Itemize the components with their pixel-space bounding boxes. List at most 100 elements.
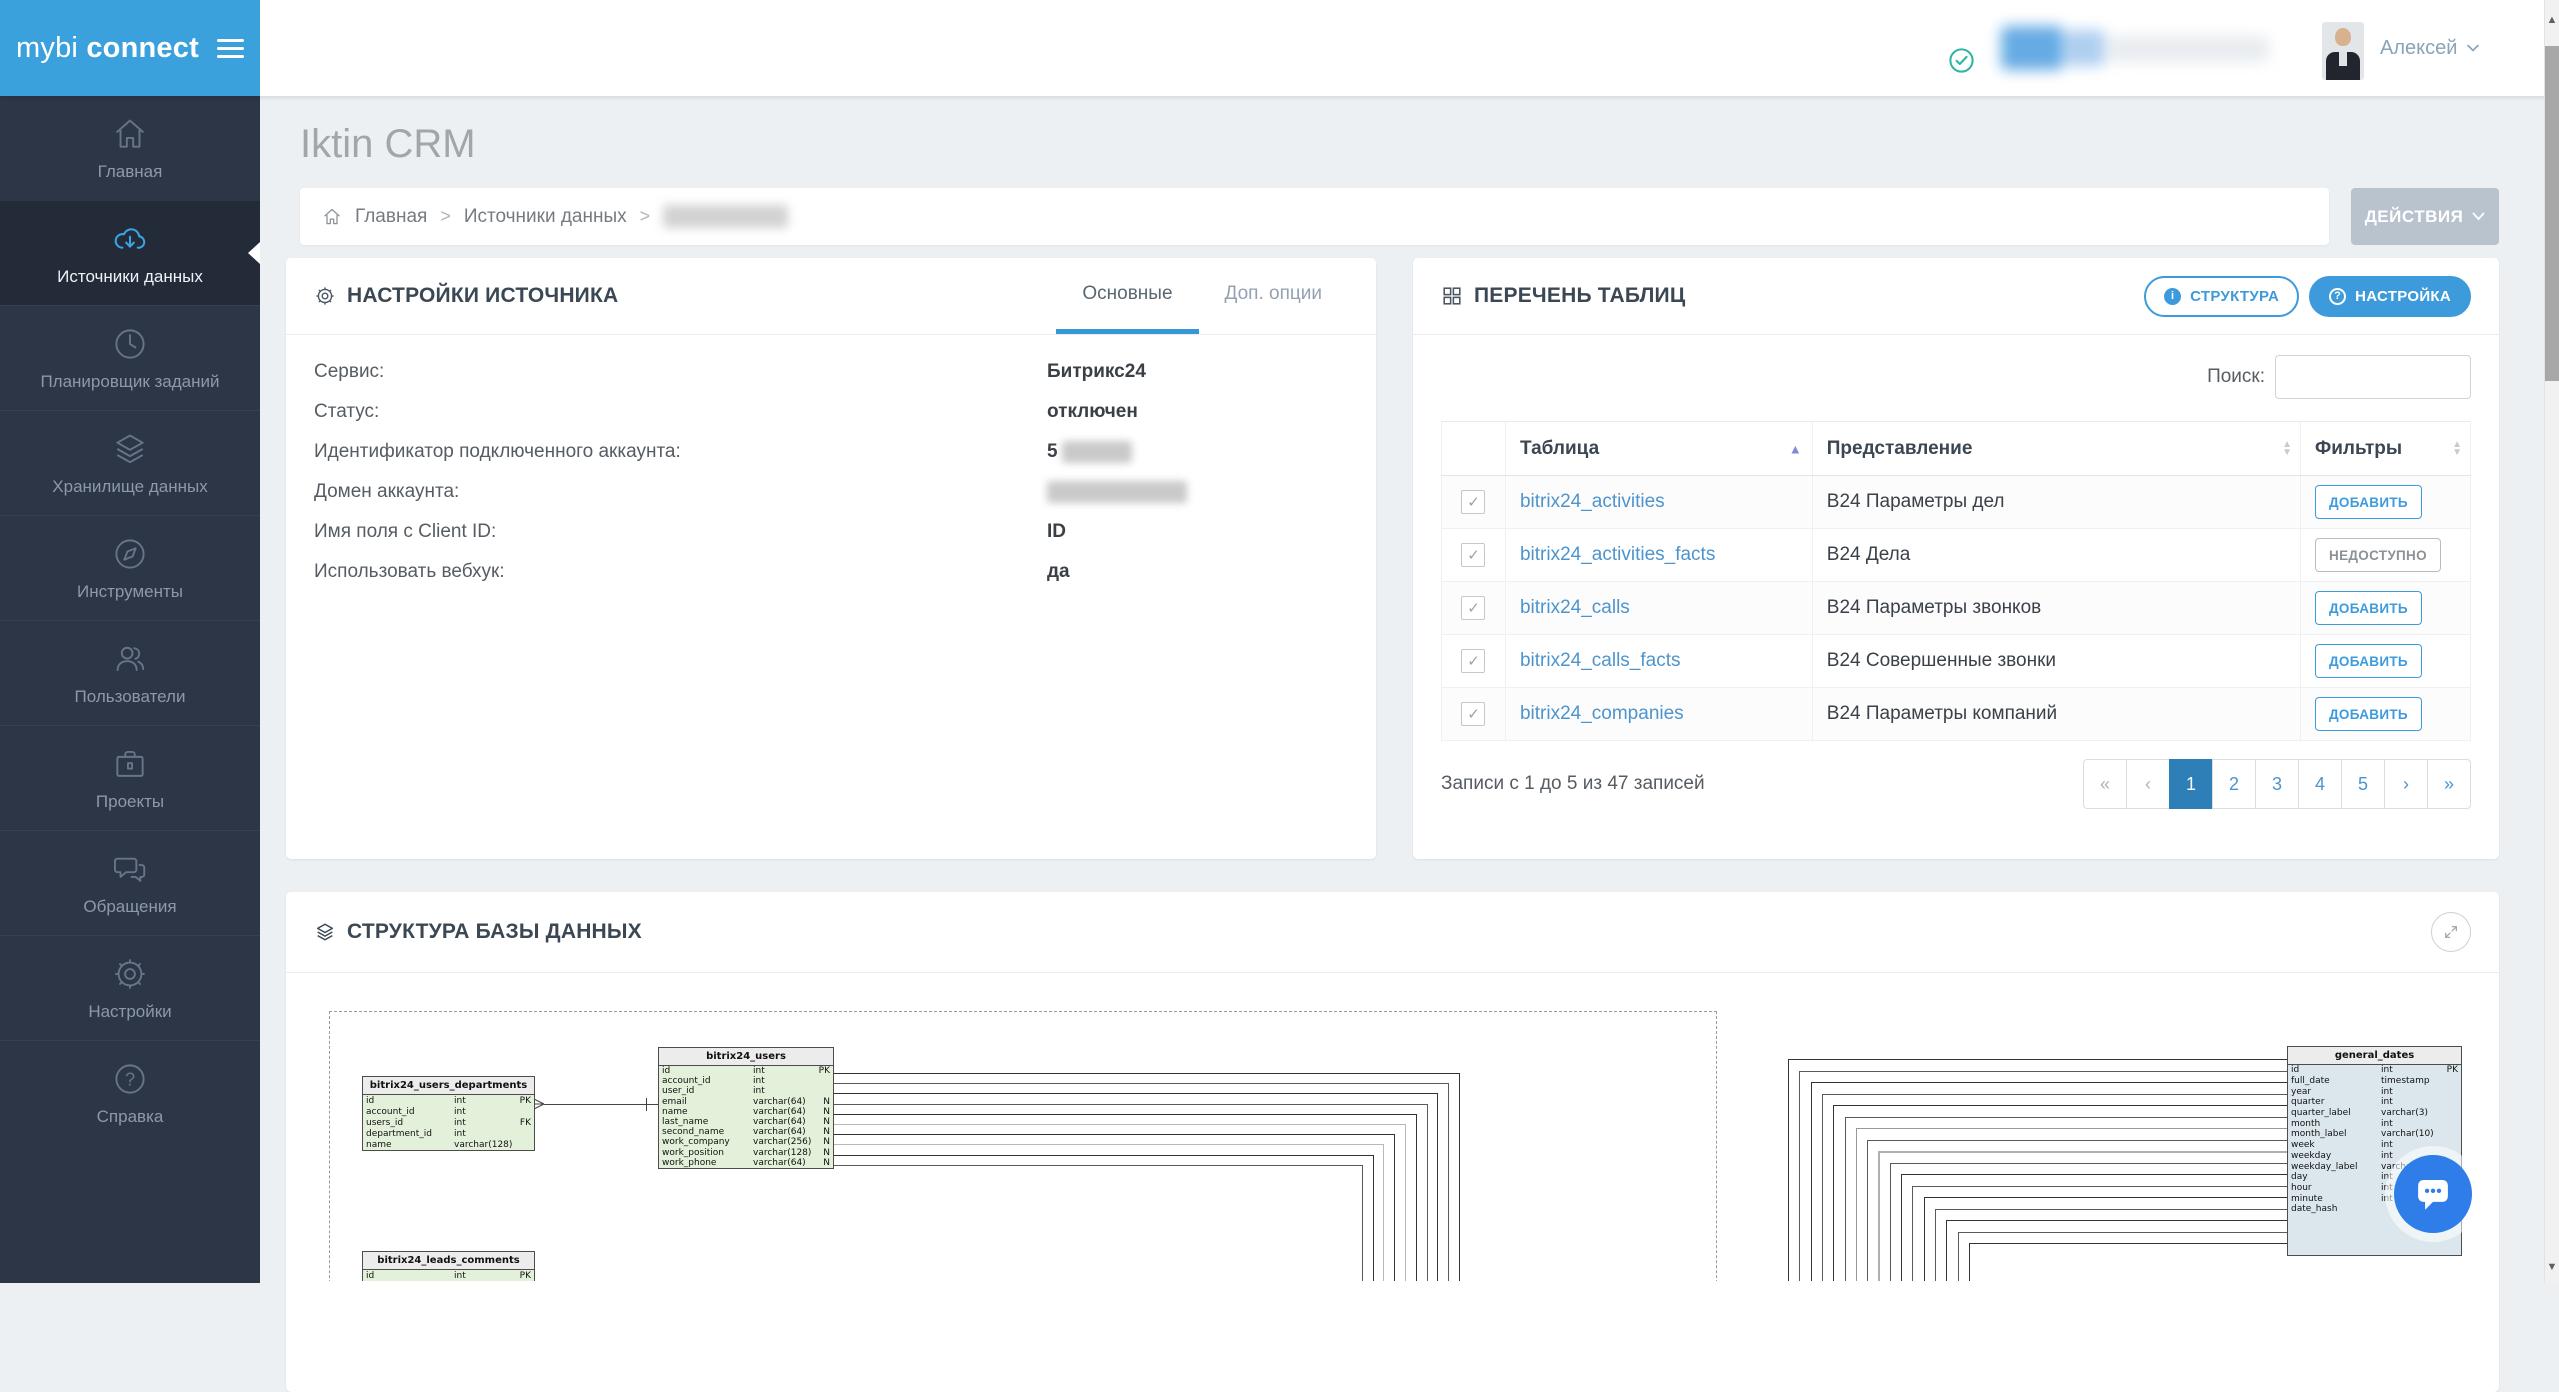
tables-list-body: Поиск: Таблица▲ Представление▲▼ Фильтры▲… (1413, 355, 2499, 809)
erd-field-row: account_idint (363, 1106, 534, 1117)
user-menu[interactable]: Алексей (2380, 0, 2480, 96)
field-value: 5 (1047, 441, 1132, 463)
column-select (1442, 422, 1506, 476)
erd-field-row: monthint (2288, 1118, 2461, 1129)
add-filter-button[interactable]: ДОБАВИТЬ (2315, 644, 2422, 678)
sidebar-item-users[interactable]: Пользователи (0, 620, 260, 725)
page-prev[interactable]: ‹ (2126, 759, 2170, 809)
field-value (1047, 481, 1187, 503)
table-row: ✓ bitrix24_calls В24 Параметры звонков ДОБА… (1442, 582, 2471, 635)
page-4[interactable]: 4 (2298, 759, 2342, 809)
row-checkbox[interactable]: ✓ (1461, 702, 1485, 726)
sort-icon: ▲▼ (2282, 441, 2292, 457)
relation-tick (646, 1098, 647, 1111)
avatar[interactable] (2322, 22, 2364, 80)
chat-widget-button[interactable] (2394, 1155, 2472, 1233)
user-name: Алексей (2380, 37, 2457, 60)
grid-icon (1441, 285, 1463, 307)
breadcrumb-link-home[interactable]: Главная (355, 206, 427, 228)
sidebar-item-label: Источники данных (57, 267, 203, 287)
compass-icon (111, 535, 149, 573)
expand-button[interactable] (2431, 912, 2471, 952)
settings-field-row: Статус:отключен (314, 401, 1348, 423)
search-input[interactable] (2275, 355, 2471, 399)
erd-field-row: yearint (2288, 1086, 2461, 1097)
pagination: «‹12345›» (2083, 759, 2471, 809)
chats-icon (110, 850, 150, 888)
table-name-link[interactable]: bitrix24_companies (1520, 703, 1684, 724)
row-checkbox[interactable]: ✓ (1461, 649, 1485, 673)
sidebar-item-label: Настройки (88, 1002, 171, 1022)
sidebar-item-home[interactable]: Главная (0, 96, 260, 200)
app-root: { "app": { "logo_prefix": "mybi", "logo_… (0, 0, 2559, 1283)
structure-button[interactable]: i СТРУКТУРА (2144, 276, 2299, 317)
table-view-label: В24 Параметры звонков (1827, 597, 2041, 618)
row-checkbox[interactable]: ✓ (1461, 490, 1485, 514)
question-icon: ? (2329, 288, 2346, 305)
column-filters[interactable]: Фильтры▲▼ (2301, 422, 2471, 476)
column-table[interactable]: Таблица▲ (1505, 422, 1812, 476)
sidebar-item-label: Обращения (83, 897, 176, 917)
unavailable-button: НЕДОСТУПНО (2315, 538, 2441, 572)
field-label: Сервис: (314, 361, 1047, 383)
table-name-link[interactable]: bitrix24_activities_facts (1520, 544, 1715, 565)
source-settings-panel: НАСТРОЙКИ ИСТОЧНИКА ОсновныеДоп. опции С… (286, 258, 1376, 859)
actions-button[interactable]: ДЕЙСТВИЯ (2351, 188, 2499, 245)
table-name-link[interactable]: bitrix24_calls_facts (1520, 650, 1681, 671)
add-filter-button[interactable]: ДОБАВИТЬ (2315, 485, 2422, 519)
erd-table-bitrix24_users_departments: bitrix24_users_departmentsidintPKaccount… (362, 1076, 535, 1151)
table-name-link[interactable]: bitrix24_calls (1520, 597, 1630, 618)
help-icon: ? (111, 1060, 149, 1098)
hamburger-menu-icon[interactable] (217, 39, 244, 58)
sidebar-item-help[interactable]: ?Справка (0, 1040, 260, 1145)
sidebar-item-tickets[interactable]: Обращения (0, 830, 260, 935)
breadcrumb-separator: > (640, 206, 651, 227)
table-name-link[interactable]: bitrix24_activities (1520, 491, 1665, 512)
panels-row: НАСТРОЙКИ ИСТОЧНИКА ОсновныеДоп. опции С… (286, 258, 2499, 859)
field-label: Идентификатор подключенного аккаунта: (314, 441, 1047, 463)
clock-icon (111, 325, 149, 363)
page-1[interactable]: 1 (2169, 759, 2213, 809)
page-5[interactable]: 5 (2341, 759, 2385, 809)
table-row: ✓bitrix24_companiesВ24 Параметры компани… (1442, 688, 2471, 741)
field-label: Статус: (314, 401, 1047, 423)
add-filter-button[interactable]: ДОБАВИТЬ (2315, 697, 2422, 731)
row-checkbox[interactable]: ✓ (1461, 543, 1485, 567)
breadcrumb-current-blurred (663, 205, 788, 228)
tables-list-header: ПЕРЕЧЕНЬ ТАБЛИЦ i СТРУКТУРА ? НАСТРОЙКА (1413, 258, 2499, 335)
erd-table-name: bitrix24_users_departments (363, 1077, 534, 1095)
source-settings-header: НАСТРОЙКИ ИСТОЧНИКА ОсновныеДоп. опции (286, 258, 1376, 335)
relation-bracket-line (1969, 1243, 2288, 1281)
sidebar-item-scheduler[interactable]: Планировщик заданий (0, 305, 260, 410)
scroll-up-icon[interactable]: ▲ (2545, 14, 2559, 26)
page-2[interactable]: 2 (2212, 759, 2256, 809)
breadcrumb-link-sources[interactable]: Источники данных (464, 206, 627, 228)
tables-table: Таблица▲ Представление▲▼ Фильтры▲▼ ✓ bitr… (1441, 421, 2471, 741)
page-next[interactable]: › (2384, 759, 2428, 809)
scrollbar-thumb[interactable] (2545, 46, 2559, 381)
erd-field-row: idintPK (363, 1095, 534, 1106)
column-view[interactable]: Представление▲▼ (1812, 422, 2300, 476)
page-last[interactable]: » (2427, 759, 2471, 809)
table-row: ✓bitrix24_activitiesВ24 Параметры делДОБ… (1442, 476, 2471, 529)
sidebar-item-projects[interactable]: Проекты (0, 725, 260, 830)
add-filter-button[interactable]: ДОБАВИТЬ (2315, 591, 2422, 625)
sort-icon: ▲▼ (2452, 441, 2462, 457)
sidebar-item-settings[interactable]: Настройки (0, 935, 260, 1040)
briefcase-icon (111, 745, 149, 783)
tab-main[interactable]: Основные (1056, 258, 1198, 334)
row-checkbox[interactable]: ✓ (1461, 596, 1485, 620)
setup-button[interactable]: ? НАСТРОЙКА (2309, 276, 2471, 317)
page-first[interactable]: « (2083, 759, 2127, 809)
scrollbar[interactable]: ▲ ▼ (2544, 0, 2559, 1283)
scroll-down-icon[interactable]: ▼ (2545, 1261, 2559, 1273)
sidebar-item-storage[interactable]: Хранилище данных (0, 410, 260, 515)
sidebar-item-data-sources[interactable]: Источники данных (0, 200, 260, 305)
settings-field-row: Идентификатор подключенного аккаунта:5 (314, 441, 1348, 463)
tab-extra-options[interactable]: Доп. опции (1199, 258, 1348, 334)
sidebar-item-tools[interactable]: Инструменты (0, 515, 260, 620)
page-3[interactable]: 3 (2255, 759, 2299, 809)
field-value: Битрикс24 (1047, 361, 1146, 383)
sidebar-item-label: Хранилище данных (52, 477, 207, 497)
er-diagram: bitrix24_users_departmentsidintPKaccount… (286, 973, 2499, 1281)
